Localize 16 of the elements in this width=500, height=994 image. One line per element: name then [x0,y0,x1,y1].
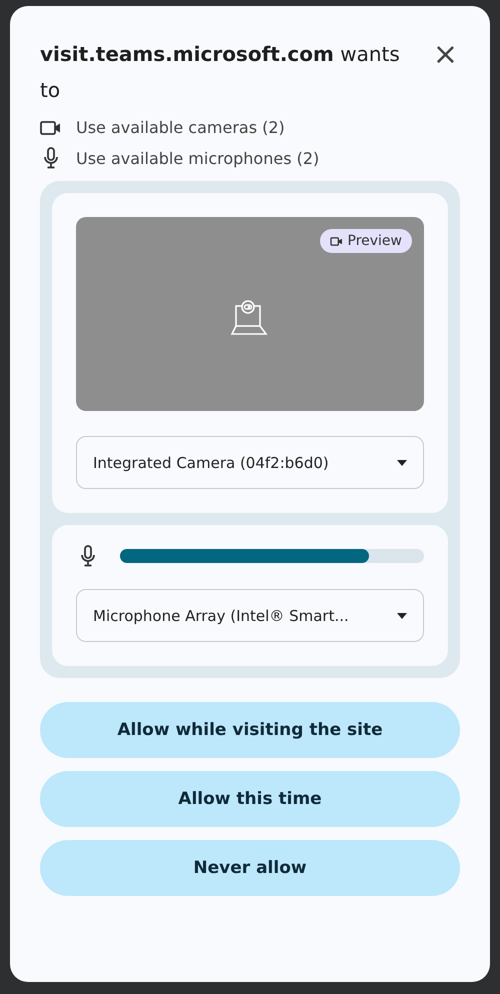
permission-label: Use available cameras (2) [76,118,285,137]
video-camera-icon [40,118,62,136]
permission-button[interactable]: Never allow [40,840,460,896]
caret-icon [397,460,407,466]
device-dropdown[interactable]: Integrated Camera (04f2:b6d0) [76,436,424,489]
video-camera-icon [330,236,342,246]
device-dropdown[interactable]: Microphone Array (Intel® Smart... [76,589,424,642]
webcam-on-laptop-icon [230,298,270,338]
dialog-title: visit.teams.microsoft.com wants to [40,41,401,104]
permission-label: Use available microphones (2) [76,148,320,168]
preview-label: Preview [348,233,402,249]
permission-button[interactable]: Allow this time [40,771,460,827]
permission-button[interactable]: Allow while visiting the site [40,702,460,758]
close-button[interactable]: × [430,40,460,70]
caret-icon [397,612,407,618]
microphone-icon [80,545,96,567]
